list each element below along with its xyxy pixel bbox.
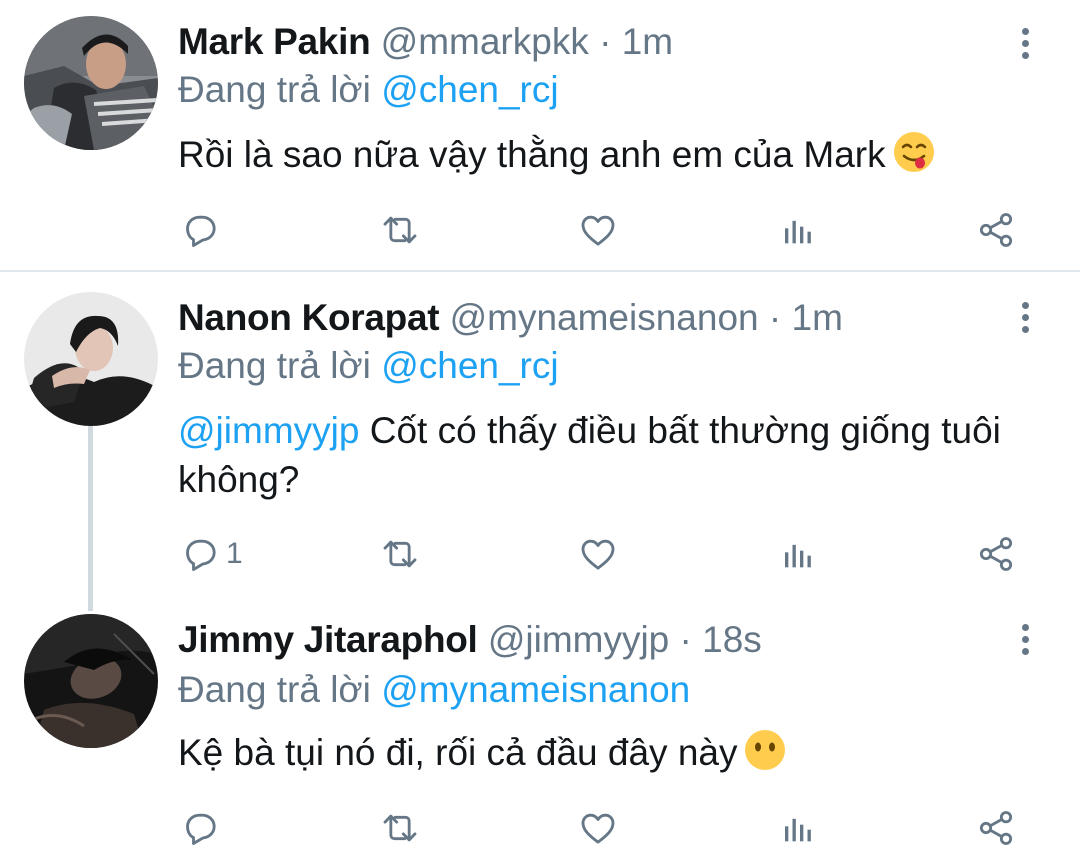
tweet-actions: 1	[178, 532, 1038, 576]
separator-dot: ·	[679, 619, 692, 660]
tweet-header: Jimmy Jitaraphol @jimmyyjp · 18s	[178, 618, 762, 662]
retweet-button[interactable]	[380, 532, 420, 576]
like-button[interactable]	[578, 208, 618, 252]
retweet-icon	[380, 808, 420, 848]
avatar[interactable]	[24, 16, 158, 150]
tweet-text: @jimmyyjp Cốt có thấy điều bất thường gi…	[178, 406, 1018, 504]
reply-button[interactable]	[180, 208, 226, 252]
replying-to: Đang trả lời @mynameisnanon	[178, 668, 690, 712]
share-icon	[976, 534, 1016, 574]
reply-icon	[180, 210, 220, 250]
reply-button[interactable]	[180, 806, 226, 850]
face-without-mouth-emoji	[743, 728, 787, 772]
replying-to-label: Đang trả lời	[178, 69, 371, 110]
analytics-button[interactable]	[778, 532, 818, 576]
reply-button[interactable]: 1	[180, 532, 243, 576]
user-handle[interactable]: @mmarkpkk	[381, 21, 589, 62]
timestamp[interactable]: 1m	[622, 21, 673, 62]
replying-to-label: Đang trả lời	[178, 345, 371, 386]
face-savoring-food-emoji	[892, 130, 936, 174]
reply-to-handle[interactable]: @chen_rcj	[381, 345, 558, 386]
more-vertical-icon[interactable]	[1010, 618, 1040, 662]
analytics-icon	[778, 534, 818, 574]
share-button[interactable]	[976, 532, 1016, 576]
heart-icon	[578, 808, 618, 848]
display-name[interactable]: Jimmy Jitaraphol	[178, 619, 478, 660]
analytics-button[interactable]	[778, 208, 818, 252]
separator-dot: ·	[768, 297, 782, 338]
like-button[interactable]	[578, 532, 618, 576]
replying-to: Đang trả lời @chen_rcj	[178, 68, 559, 112]
analytics-icon	[778, 210, 818, 250]
mention-link[interactable]: @jimmyyjp	[178, 410, 359, 451]
separator-dot: ·	[599, 21, 612, 62]
user-handle[interactable]: @mynameisnanon	[450, 297, 759, 338]
tweet-body: Rồi là sao nữa vậy thằng anh em của Mark	[178, 134, 886, 175]
tweet-actions	[178, 806, 1038, 850]
display-name[interactable]: Mark Pakin	[178, 21, 371, 62]
heart-icon	[578, 210, 618, 250]
replying-to-label: Đang trả lời	[178, 669, 371, 710]
share-icon	[976, 808, 1016, 848]
share-button[interactable]	[976, 806, 1016, 850]
avatar[interactable]	[24, 614, 158, 748]
share-button[interactable]	[976, 208, 1016, 252]
reply-icon	[180, 808, 220, 848]
timestamp[interactable]: 1m	[792, 297, 843, 338]
user-handle[interactable]: @jimmyyjp	[488, 619, 669, 660]
reply-icon	[180, 534, 220, 574]
analytics-button[interactable]	[778, 806, 818, 850]
reply-to-handle[interactable]: @mynameisnanon	[381, 669, 690, 710]
tweet-mark-pakin[interactable]: Mark Pakin @mmarkpkk · 1m Đang trả lời @…	[0, 0, 1080, 270]
more-vertical-icon[interactable]	[1010, 22, 1040, 66]
heart-icon	[578, 534, 618, 574]
reply-to-handle[interactable]: @chen_rcj	[381, 69, 558, 110]
tweet-text: Rồi là sao nữa vậy thằng anh em của Mark	[178, 130, 1028, 179]
replying-to: Đang trả lời @chen_rcj	[178, 344, 559, 388]
analytics-icon	[778, 808, 818, 848]
tweet-nanon-korapat[interactable]: Nanon Korapat @mynameisnanon · 1m Đang t…	[0, 272, 1080, 602]
retweet-icon	[380, 210, 420, 250]
retweet-button[interactable]	[380, 208, 420, 252]
tweet-actions	[178, 208, 1038, 252]
tweet-body: Kệ bà tụi nó đi, rối cả đầu đây này	[178, 732, 738, 773]
retweet-button[interactable]	[380, 806, 420, 850]
tweet-text: Kệ bà tụi nó đi, rối cả đầu đây này	[178, 728, 1028, 777]
retweet-icon	[380, 534, 420, 574]
tweet-jimmy-jitaraphol[interactable]: Jimmy Jitaraphol @jimmyyjp · 18s Đang tr…	[0, 602, 1080, 863]
like-button[interactable]	[578, 806, 618, 850]
tweet-header: Mark Pakin @mmarkpkk · 1m	[178, 20, 673, 64]
display-name[interactable]: Nanon Korapat	[178, 297, 440, 338]
more-vertical-icon[interactable]	[1010, 296, 1040, 340]
tweet-header: Nanon Korapat @mynameisnanon · 1m	[178, 296, 843, 340]
reply-count: 1	[226, 537, 243, 570]
timestamp[interactable]: 18s	[702, 619, 762, 660]
avatar[interactable]	[24, 292, 158, 426]
share-icon	[976, 210, 1016, 250]
